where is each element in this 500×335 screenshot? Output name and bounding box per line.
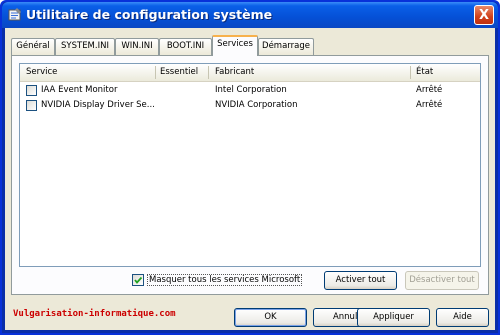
checkmark-icon	[134, 276, 143, 284]
column-divider[interactable]	[410, 66, 411, 79]
help-button[interactable]: Aide	[436, 308, 489, 327]
window-title: Utilitaire de configuration système	[26, 7, 273, 22]
service-name: IAA Event Monitor	[41, 85, 118, 95]
tab-win-ini[interactable]: WIN.INI	[115, 38, 159, 55]
enable-all-button[interactable]: Activer tout	[324, 271, 397, 290]
column-header-fabricant[interactable]: Fabricant	[215, 67, 254, 77]
ok-button[interactable]: OK	[234, 308, 307, 327]
table-row[interactable]: NVIDIA Display Driver Se... NVIDIA Corpo…	[20, 98, 480, 113]
watermark-text: Vulgarisation-informatique.com	[13, 309, 176, 319]
msconfig-window: Utilitaire de configuration système X Gé…	[0, 0, 500, 335]
tab-boot-ini[interactable]: BOOT.INI	[159, 38, 212, 55]
tab-system-ini[interactable]: SYSTEM.INI	[55, 38, 115, 55]
service-fabricant: NVIDIA Corporation	[215, 100, 298, 110]
tab-services[interactable]: Services	[212, 35, 258, 56]
dialog-body: Général SYSTEM.INI WIN.INI BOOT.INI Serv…	[5, 28, 495, 330]
service-name: NVIDIA Display Driver Se...	[41, 100, 155, 110]
service-checkbox[interactable]	[26, 85, 37, 96]
close-button[interactable]: X	[474, 5, 494, 25]
title-bar[interactable]: Utilitaire de configuration système X	[2, 2, 498, 28]
tab-demarrage[interactable]: Démarrage	[258, 38, 314, 55]
column-header-essentiel[interactable]: Essentiel	[160, 67, 198, 77]
column-divider[interactable]	[155, 66, 156, 79]
column-header-service[interactable]: Service	[26, 67, 57, 77]
services-panel: Service Essentiel Fabricant État IAA Eve…	[11, 55, 489, 295]
tab-general[interactable]: Général	[11, 38, 55, 55]
hide-microsoft-label[interactable]: Masquer tous les services Microsoft	[147, 274, 303, 286]
disable-all-button[interactable]: Désactiver tout	[405, 271, 479, 290]
service-checkbox[interactable]	[26, 100, 37, 111]
column-header-etat[interactable]: État	[416, 67, 433, 77]
table-row[interactable]: IAA Event Monitor Intel Corporation Arrê…	[20, 83, 480, 98]
apply-button[interactable]: Appliquer	[357, 308, 430, 327]
column-divider[interactable]	[208, 66, 209, 79]
service-etat: Arrêté	[416, 100, 443, 110]
msconfig-icon	[8, 8, 21, 21]
service-fabricant: Intel Corporation	[215, 85, 287, 95]
hide-microsoft-checkbox[interactable]	[132, 274, 144, 286]
list-header: Service Essentiel Fabricant État	[20, 64, 480, 82]
services-list[interactable]: Service Essentiel Fabricant État IAA Eve…	[19, 63, 481, 267]
service-etat: Arrêté	[416, 85, 443, 95]
